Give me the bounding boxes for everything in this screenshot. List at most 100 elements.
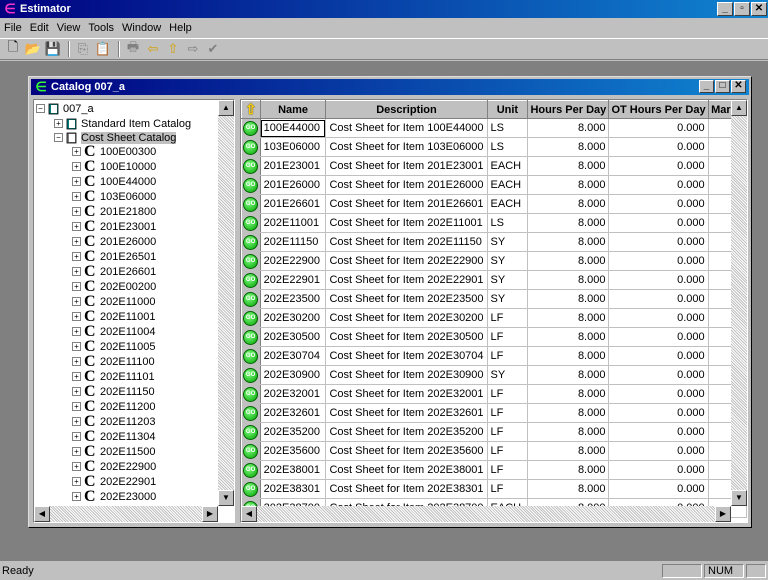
cell-ot-hours-per-day[interactable]: 0.000: [608, 213, 709, 233]
go-icon[interactable]: GO: [243, 311, 259, 326]
cell-ot-hours-per-day[interactable]: 0.000: [608, 308, 709, 328]
close-button[interactable]: ✕: [751, 2, 767, 16]
go-cell[interactable]: GO: [241, 118, 261, 138]
cell-description[interactable]: Cost Sheet for Item 201E23001: [325, 156, 488, 176]
cell-description[interactable]: Cost Sheet for Item 202E30704: [325, 346, 488, 366]
tree-item-cost-sheet[interactable]: + C 103E06000: [72, 188, 156, 204]
go-cell[interactable]: GO: [241, 365, 261, 385]
cell-hours-per-day[interactable]: 8.000: [527, 308, 610, 328]
cell-ot-hours-per-day[interactable]: 0.000: [608, 251, 709, 271]
collapse-icon[interactable]: −: [54, 133, 63, 142]
cell-unit[interactable]: LF: [487, 384, 529, 404]
minimize-button[interactable]: _: [699, 80, 714, 93]
table-row[interactable]: GO 202E35200 Cost Sheet for Item 202E35200…: [241, 422, 747, 442]
cell-description[interactable]: Cost Sheet for Item 202E38301: [325, 479, 488, 499]
go-icon[interactable]: GO: [243, 273, 259, 288]
go-cell[interactable]: GO: [241, 460, 261, 480]
cell-name[interactable]: 202E32601: [260, 403, 327, 423]
go-icon[interactable]: GO: [243, 292, 259, 307]
cell-ot-hours-per-day[interactable]: 0.000: [608, 479, 709, 499]
column-header-unit[interactable]: Unit: [486, 100, 529, 119]
cell-unit[interactable]: LF: [487, 327, 529, 347]
expand-icon[interactable]: +: [72, 357, 81, 366]
expand-icon[interactable]: +: [72, 462, 81, 471]
cell-name[interactable]: 201E26601: [260, 194, 327, 214]
cell-description[interactable]: Cost Sheet for Item 103E06000: [325, 137, 488, 157]
table-row[interactable]: GO 202E30704 Cost Sheet for Item 202E30704…: [241, 346, 747, 366]
table-row[interactable]: GO 202E11001 Cost Sheet for Item 202E11001…: [241, 213, 747, 233]
cell-description[interactable]: Cost Sheet for Item 100E44000: [325, 118, 488, 138]
tree-item-cost-sheet[interactable]: + C 100E10000: [72, 158, 156, 174]
cell-ot-hours-per-day[interactable]: 0.000: [608, 156, 709, 176]
cell-hours-per-day[interactable]: 8.000: [527, 156, 610, 176]
cell-ot-hours-per-day[interactable]: 0.000: [608, 118, 709, 138]
cell-description[interactable]: Cost Sheet for Item 202E32001: [325, 384, 488, 404]
cell-description[interactable]: Cost Sheet for Item 202E22900: [325, 251, 488, 271]
go-cell[interactable]: GO: [241, 194, 261, 214]
up-arrow-icon[interactable]: ⇧: [164, 40, 182, 58]
cost-sheet-grid[interactable]: ⇧ Name Description Unit Hours Per Day OT…: [240, 99, 748, 523]
cell-ot-hours-per-day[interactable]: 0.000: [608, 346, 709, 366]
cell-ot-hours-per-day[interactable]: 0.000: [608, 175, 709, 195]
menu-edit[interactable]: Edit: [30, 22, 49, 34]
table-row[interactable]: GO 201E23001 Cost Sheet for Item 201E23001…: [241, 156, 747, 176]
scroll-left-icon[interactable]: ◀: [241, 506, 257, 522]
tree-horizontal-scrollbar[interactable]: ◀ ▶: [34, 506, 218, 522]
cell-name[interactable]: 202E35200: [260, 422, 327, 442]
tree-item-cost-sheet[interactable]: + C 202E11004: [72, 323, 155, 339]
menu-file[interactable]: File: [4, 22, 22, 34]
cell-unit[interactable]: LF: [487, 479, 529, 499]
tree-item-cost-sheet[interactable]: + C 202E11304: [72, 428, 155, 444]
table-row[interactable]: GO 202E30200 Cost Sheet for Item 202E30200…: [241, 308, 747, 328]
tree-root[interactable]: − 007_a: [36, 102, 94, 115]
scroll-right-icon[interactable]: ▶: [202, 506, 218, 522]
cell-description[interactable]: Cost Sheet for Item 202E30500: [325, 327, 488, 347]
go-cell[interactable]: GO: [241, 441, 261, 461]
expand-icon[interactable]: +: [72, 342, 81, 351]
cell-description[interactable]: Cost Sheet for Item 202E32601: [325, 403, 488, 423]
cell-unit[interactable]: LF: [487, 460, 529, 480]
expand-icon[interactable]: +: [72, 432, 81, 441]
menu-window[interactable]: Window: [122, 22, 161, 34]
tree-item-cost-sheet[interactable]: + C 202E22900: [72, 458, 156, 474]
go-cell[interactable]: GO: [241, 479, 261, 499]
go-icon[interactable]: GO: [243, 159, 259, 174]
table-row[interactable]: GO 202E23500 Cost Sheet for Item 202E23500…: [241, 289, 747, 309]
cell-hours-per-day[interactable]: 8.000: [527, 365, 610, 385]
cell-unit[interactable]: SY: [487, 232, 529, 252]
table-row[interactable]: GO 202E30500 Cost Sheet for Item 202E30500…: [241, 327, 747, 347]
tree-item-cost-sheet[interactable]: + C 202E11100: [72, 353, 155, 369]
expand-icon[interactable]: +: [72, 402, 81, 411]
cell-ot-hours-per-day[interactable]: 0.000: [608, 384, 709, 404]
cell-hours-per-day[interactable]: 8.000: [527, 232, 610, 252]
column-header-name[interactable]: Name: [259, 100, 327, 119]
cell-hours-per-day[interactable]: 8.000: [527, 403, 610, 423]
scroll-down-icon[interactable]: ▼: [731, 490, 747, 506]
go-cell[interactable]: GO: [241, 175, 261, 195]
cell-ot-hours-per-day[interactable]: 0.000: [608, 422, 709, 442]
tree-vertical-scrollbar[interactable]: ▲ ▼: [218, 100, 234, 506]
cell-name[interactable]: 202E38301: [260, 479, 327, 499]
go-cell[interactable]: GO: [241, 232, 261, 252]
cell-name[interactable]: 202E22901: [260, 270, 327, 290]
table-row[interactable]: GO 100E44000 Cost Sheet for Item 100E44000…: [241, 118, 747, 138]
go-cell[interactable]: GO: [241, 289, 261, 309]
expand-icon[interactable]: +: [72, 447, 81, 456]
go-icon[interactable]: GO: [243, 387, 259, 402]
tree-item-cost-sheet[interactable]: + C 202E11200: [72, 398, 155, 414]
cell-unit[interactable]: LF: [487, 346, 529, 366]
expand-icon[interactable]: +: [72, 252, 81, 261]
tree-item-cost-sheet[interactable]: + C 201E26601: [72, 263, 156, 279]
expand-icon[interactable]: +: [72, 477, 81, 486]
go-icon[interactable]: GO: [243, 235, 259, 250]
go-icon[interactable]: GO: [243, 463, 259, 478]
cell-ot-hours-per-day[interactable]: 0.000: [608, 137, 709, 157]
tree-item-cost-sheet[interactable]: + C 201E23001: [72, 218, 156, 234]
maximize-button[interactable]: □: [715, 80, 730, 93]
menu-tools[interactable]: Tools: [88, 22, 114, 34]
cell-unit[interactable]: LF: [487, 308, 529, 328]
cell-hours-per-day[interactable]: 8.000: [527, 118, 610, 138]
tree-item-cost-sheet[interactable]: + C 202E22901: [72, 473, 156, 489]
expand-icon[interactable]: +: [72, 492, 81, 501]
cell-hours-per-day[interactable]: 8.000: [527, 384, 610, 404]
